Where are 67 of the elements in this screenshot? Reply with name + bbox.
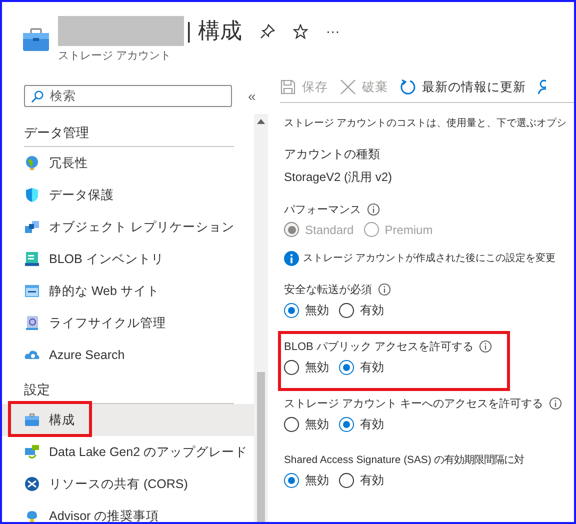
field-label: 安全な転送が必須 — [284, 282, 372, 297]
radio-button[interactable] — [284, 360, 299, 375]
field-label: アカウントの種類 — [284, 146, 381, 163]
scroll-icon — [24, 315, 40, 331]
sidebar-item[interactable]: Advisor の推奨事項 — [2, 500, 254, 522]
option-label: Standard — [305, 222, 354, 236]
info-icon — [284, 251, 299, 266]
option-label: 無効 — [305, 302, 329, 319]
sidebar-item[interactable]: リソースの共有 (CORS) — [2, 468, 254, 500]
sidebar-item[interactable]: 構成 — [2, 404, 254, 436]
radio-button[interactable] — [284, 473, 299, 488]
option-label: 有効 — [360, 302, 384, 319]
info-icon[interactable] — [479, 340, 492, 353]
option-label: 有効 — [360, 416, 384, 433]
monitor-icon — [24, 251, 40, 267]
option-label: 無効 — [305, 472, 329, 489]
page-title: | 構成 — [186, 17, 242, 45]
option-label: 有効 — [360, 472, 384, 489]
field-label: BLOB パブリック アクセスを許可する — [284, 340, 474, 354]
info-icon[interactable] — [378, 283, 391, 296]
option-label: 有効 — [360, 359, 384, 376]
radio-button[interactable] — [339, 360, 354, 375]
toolbox-icon — [22, 28, 50, 52]
globe-icon — [24, 155, 40, 171]
resource-type: ストレージ アカウント — [58, 49, 172, 63]
scrollbar[interactable] — [254, 114, 268, 522]
sidebar-item[interactable]: Azure Search — [2, 339, 254, 371]
scroll-up-arrow-icon[interactable] — [257, 119, 265, 124]
notice-text: ストレージ アカウントが作成された後にこの設定を変更 — [303, 252, 556, 265]
field-label: ストレージ アカウント キーへのアクセスを許可する — [284, 397, 544, 411]
field-value: StorageV2 (汎用 v2) — [284, 169, 394, 186]
radio-button[interactable] — [284, 303, 299, 318]
radio-button[interactable] — [339, 417, 354, 432]
field-label: パフォーマンス — [284, 203, 361, 217]
search-icon — [31, 90, 44, 103]
radio-button[interactable] — [339, 473, 354, 488]
sidebar-item[interactable]: 静的な Web サイト — [2, 275, 254, 307]
close-icon — [340, 79, 356, 95]
option-label: 無効 — [305, 359, 329, 376]
pin-icon[interactable] — [260, 24, 275, 38]
sidebar-item[interactable]: ライフサイクル管理 — [2, 307, 254, 339]
scrollbar-thumb[interactable] — [257, 372, 265, 522]
description-text: ストレージ アカウントのコストは、使用量と、下で選ぶオプシ — [284, 117, 568, 130]
refresh-icon — [400, 79, 416, 95]
sidebar-item[interactable]: Data Lake Gen2 のアップグレード — [2, 436, 254, 468]
section-heading: データ管理 — [24, 114, 234, 147]
cubes-icon — [24, 219, 40, 235]
radio-button[interactable] — [339, 303, 354, 318]
collapse-button[interactable]: « — [248, 88, 256, 104]
option-label: 無効 — [305, 416, 329, 433]
field-label: Shared Access Signature (SAS) の有効期限間隔に対 — [284, 453, 524, 467]
sidebar-item[interactable]: オブジェクト レプリケーション — [2, 211, 254, 243]
option-label: Premium — [384, 222, 433, 236]
search-field[interactable]: 検索 — [24, 85, 232, 107]
person-icon[interactable] — [538, 79, 546, 95]
cors-icon — [24, 476, 40, 492]
star-icon[interactable] — [292, 24, 308, 38]
more-button[interactable]: ··· — [326, 23, 340, 39]
shield-icon — [24, 187, 40, 203]
info-icon[interactable] — [549, 397, 562, 410]
browser-icon — [24, 283, 40, 299]
sidebar-item[interactable]: BLOB インベントリ — [2, 243, 254, 275]
radio-button[interactable] — [284, 417, 299, 432]
toolbox-icon — [24, 412, 40, 428]
toolbar-button[interactable]: 最新の情報に更新 — [400, 78, 526, 96]
sidebar-item[interactable]: 冗長性 — [2, 147, 254, 179]
sidebar-item[interactable]: データ保護 — [2, 179, 254, 211]
